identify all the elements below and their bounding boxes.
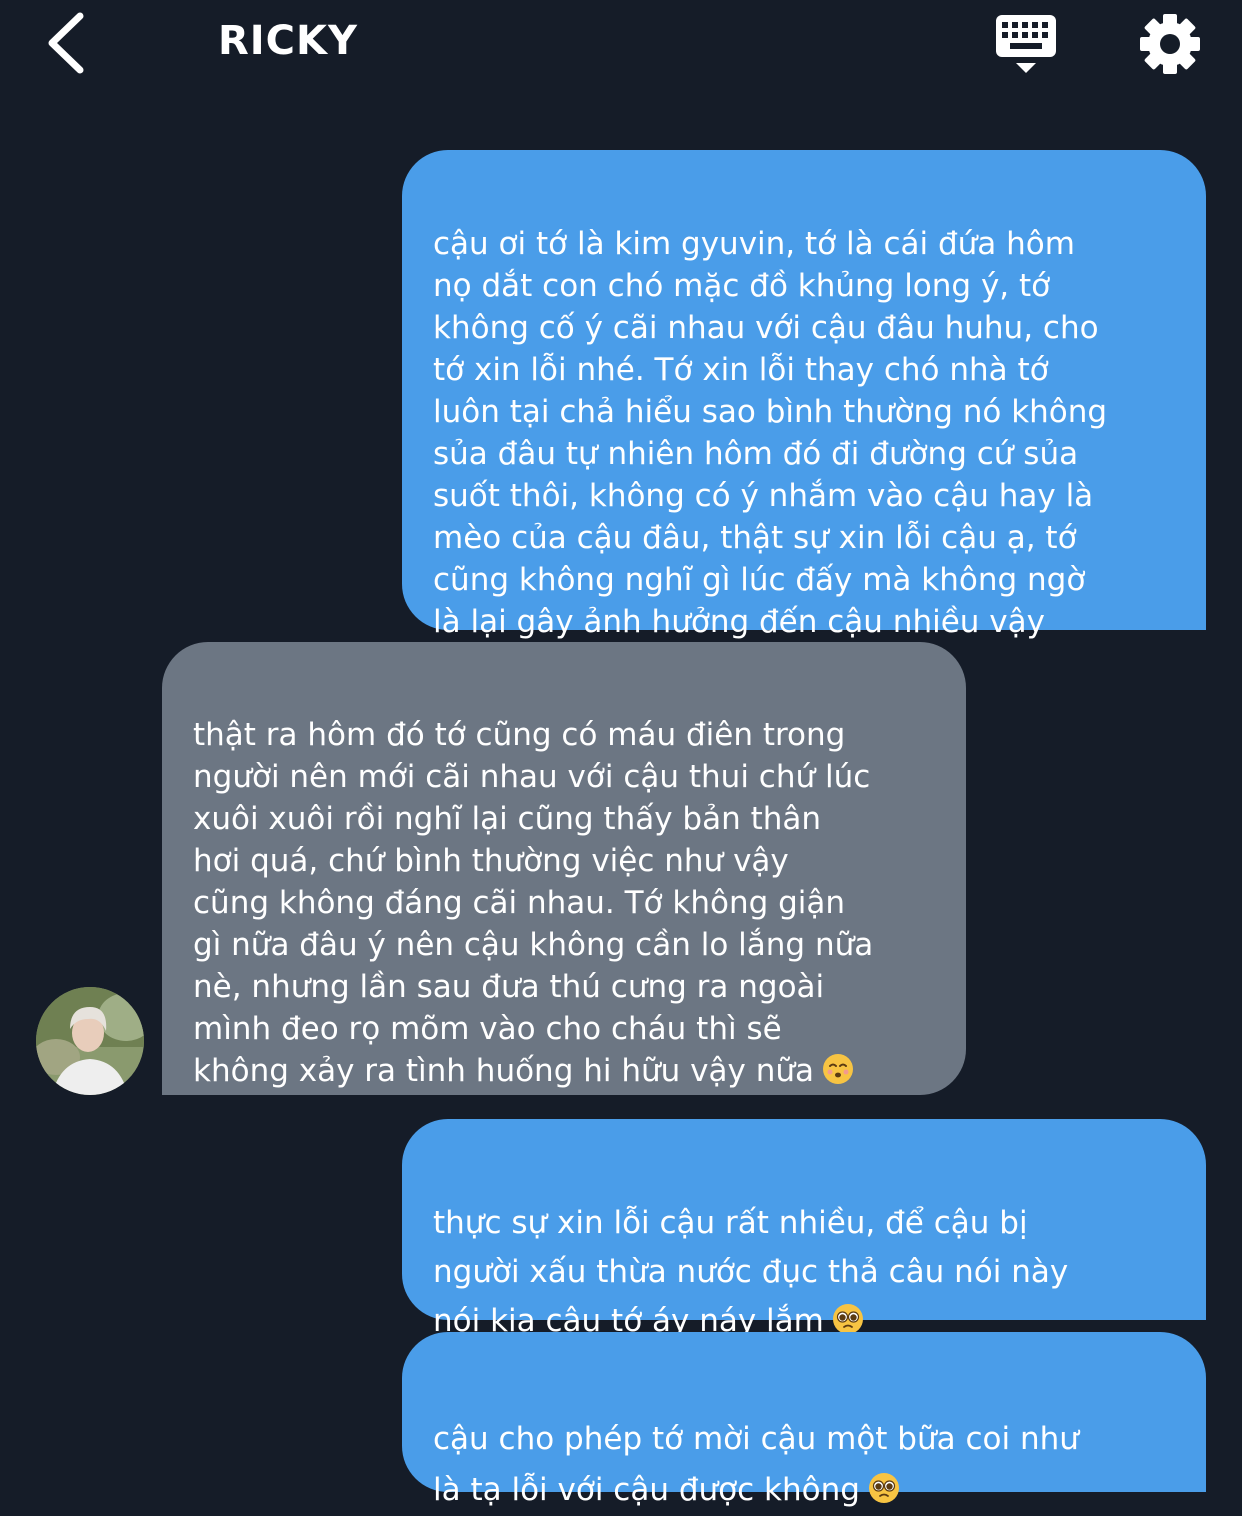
kissing-smiling-eyes-emoji — [822, 1054, 853, 1084]
message-text: thật ra hôm đó tớ cũng có máu điên trong… — [193, 717, 874, 1089]
message-bubble-sent[interactable]: thực sự xin lỗi cậu rất nhiều, để cậu bị… — [402, 1119, 1206, 1339]
chat-header: RICKY — [0, 0, 1242, 90]
message-bubble-received[interactable]: thật ra hôm đó tớ cũng có máu điên trong… — [162, 642, 966, 1095]
chevron-left-icon — [48, 12, 84, 74]
message-bubble-sent[interactable]: cậu cho phép tớ mời cậu một bữa coi như … — [402, 1332, 1206, 1508]
pleading-face-emoji — [868, 1473, 899, 1503]
message-bubble-sent[interactable]: cậu ơi tớ là kim gyuvin, tớ là cái đứa h… — [402, 150, 1206, 640]
pleading-face-emoji — [832, 1304, 863, 1334]
message-text: cậu cho phép tớ mời cậu một bữa coi như … — [433, 1421, 1079, 1508]
message-text: thực sự xin lỗi cậu rất nhiều, để cậu bị… — [433, 1205, 1069, 1339]
keyboard-icon — [996, 15, 1056, 73]
chat-title: RICKY — [218, 18, 358, 64]
keyboard-button[interactable] — [992, 12, 1060, 78]
gear-icon — [1140, 14, 1200, 74]
message-text: cậu ơi tớ là kim gyuvin, tớ là cái đứa h… — [433, 226, 1108, 640]
settings-button[interactable] — [1138, 12, 1202, 76]
user-avatar-photo — [36, 987, 144, 1095]
avatar[interactable] — [36, 987, 144, 1095]
back-button[interactable] — [36, 10, 100, 74]
